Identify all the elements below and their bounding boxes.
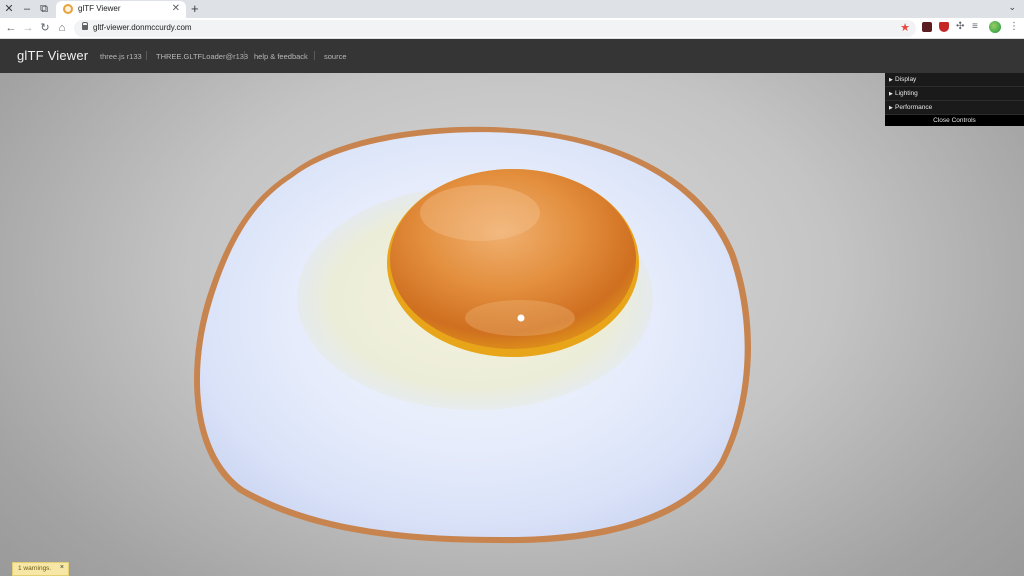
header-divider [314,51,315,60]
url-text: gltf-viewer.donmccurdy.com [93,23,192,32]
browser-tab[interactable]: glTF Viewer ✕ [56,1,186,18]
warning-text: 1 warnings. [18,565,52,572]
header-link-threejs[interactable]: three.js r133 [100,52,142,61]
lock-icon [82,22,88,30]
3d-viewport[interactable] [0,73,1024,576]
home-icon[interactable]: ⌂ [55,21,69,35]
folder-display[interactable]: ▶ Display [885,73,1024,87]
folder-lighting[interactable]: ▶ Lighting [885,87,1024,101]
specular-highlight [517,314,525,322]
caret-right-icon: ▶ [889,77,893,83]
folder-label: Lighting [895,90,918,97]
browser-menu-icon[interactable]: ⋮ [1009,21,1019,32]
favicon-icon [63,4,73,14]
close-window-icon[interactable]: ✕ [2,2,16,16]
extensions-puzzle-icon[interactable]: ✣ [956,22,966,32]
browser-tab-strip: ✕ – ⧉ glTF Viewer ✕ + ⌄ [0,0,1024,18]
forward-icon[interactable]: → [21,21,35,35]
header-divider [146,51,147,60]
reading-list-icon[interactable]: ≡ [972,22,982,32]
shield-extension-icon[interactable] [939,22,949,32]
browser-toolbar: ← → ↻ ⌂ gltf-viewer.donmccurdy.com ★ ✣ ≡… [0,18,1024,39]
profile-avatar[interactable] [989,21,1001,33]
tab-title: glTF Viewer [78,4,121,13]
star-icon[interactable]: ★ [900,21,910,34]
folder-label: Performance [895,104,933,111]
folder-label: Display [895,76,917,83]
header-link-gltfloader[interactable]: THREE.GLTFLoader@r133 [156,52,248,61]
caret-right-icon: ▶ [889,105,893,111]
tab-close-icon[interactable]: ✕ [172,3,180,14]
close-controls-button[interactable]: Close Controls [885,115,1024,126]
warning-toast[interactable]: 1 warnings. × [12,562,69,576]
minimize-icon[interactable]: – [20,2,34,16]
reload-icon[interactable]: ↻ [38,21,52,35]
app-header: glTF Viewer three.js r133 THREE.GLTFLoad… [0,39,1024,73]
app-title[interactable]: glTF Viewer [17,48,88,63]
tab-search-icon[interactable]: ⧉ [37,2,51,16]
new-tab-icon[interactable]: + [191,1,199,16]
caret-right-icon: ▶ [889,91,893,97]
folder-performance[interactable]: ▶ Performance [885,101,1024,115]
header-divider [244,51,245,60]
controls-panel: ▶ Display ▶ Lighting ▶ Performance Close… [885,73,1024,126]
yolk-reflection [420,185,540,241]
extension-icon[interactable] [922,22,932,32]
tab-list-chevron-icon[interactable]: ⌄ [1008,2,1016,13]
toast-close-button[interactable]: × [60,564,64,571]
header-link-source[interactable]: source [324,52,347,61]
fried-egg-model[interactable] [180,113,760,553]
address-bar[interactable]: gltf-viewer.donmccurdy.com ★ [74,20,916,37]
header-link-help[interactable]: help & feedback [254,52,308,61]
back-icon[interactable]: ← [4,21,18,35]
